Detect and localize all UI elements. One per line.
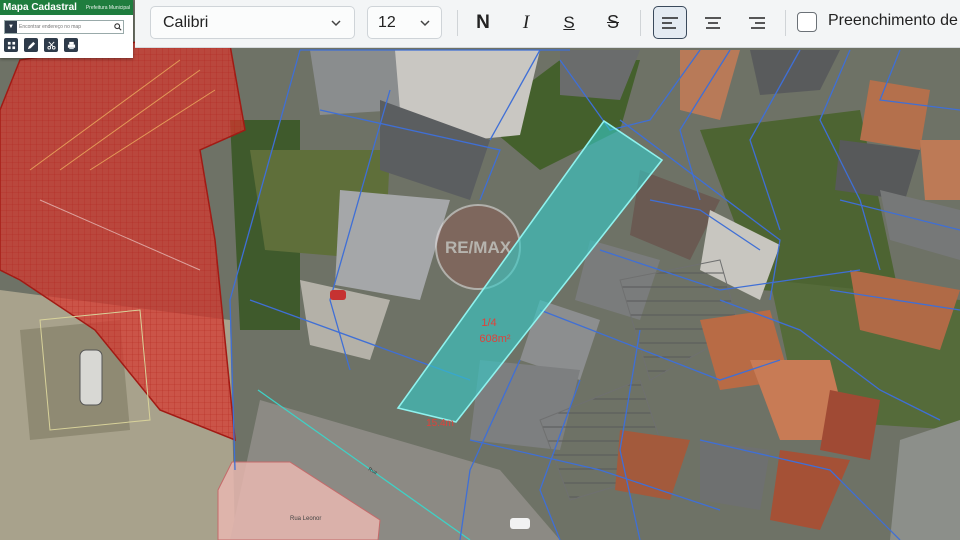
font-family-value: Calibri <box>163 13 209 31</box>
scissors-icon[interactable] <box>44 38 58 52</box>
cadastral-map[interactable]: RE/MAX 1/4 608m² 15.4m Rua Leonor Rua <box>0 0 960 540</box>
font-family-select[interactable]: Calibri <box>150 6 355 39</box>
toolbar-divider <box>785 10 786 36</box>
fill-checkbox-label: Preenchimento de f <box>828 12 960 29</box>
building <box>920 140 960 200</box>
font-size-value: 12 <box>378 13 396 31</box>
pencil-icon[interactable] <box>24 38 38 52</box>
panel-subtitle: Prefeitura Municipal <box>85 4 130 11</box>
panel-title: Mapa Cadastral <box>3 2 77 13</box>
panel-header: Mapa Cadastral Prefeitura Municipal <box>0 0 133 15</box>
italic-label: I <box>522 11 530 33</box>
strikethrough-label: S <box>606 12 619 32</box>
font-size-select[interactable]: 12 <box>367 6 442 39</box>
building <box>860 80 930 150</box>
underline-label: S <box>563 12 575 32</box>
text-format-toolbar: Calibri 12 N I S S Preenchimento de f <box>135 0 960 48</box>
align-center-icon <box>705 16 721 29</box>
street-name-label: Rua Leonor <box>290 516 321 522</box>
bold-label: N <box>476 11 490 33</box>
building <box>700 440 770 510</box>
caret-down-icon[interactable]: ▼ <box>5 21 17 33</box>
lot-number-label: 1/4 <box>481 317 496 329</box>
panel-toolbar <box>4 38 78 52</box>
align-left-icon <box>662 16 678 29</box>
map-side-panel: Mapa Cadastral Prefeitura Municipal ▼ <box>0 0 133 58</box>
address-search: ▼ <box>4 20 124 34</box>
print-icon[interactable] <box>64 38 78 52</box>
lot-dimension-label: 15.4m <box>426 418 454 429</box>
toolbar-divider <box>457 10 458 36</box>
water-tank <box>79 349 103 406</box>
toolbar-divider <box>640 10 641 36</box>
chevron-down-icon <box>420 19 430 26</box>
align-left-button[interactable] <box>653 6 687 39</box>
address-search-input[interactable] <box>17 22 113 32</box>
underline-button[interactable]: S <box>552 6 586 39</box>
align-center-button[interactable] <box>696 6 730 39</box>
chevron-down-icon <box>331 19 341 26</box>
fill-checkbox[interactable] <box>797 12 817 32</box>
italic-button[interactable]: I <box>509 6 543 39</box>
search-icon[interactable] <box>113 21 123 33</box>
grid-icon[interactable] <box>4 38 18 52</box>
strikethrough-button[interactable]: S <box>596 6 630 39</box>
building <box>835 140 920 200</box>
lot-area-label: 608m² <box>479 333 511 345</box>
building <box>820 390 880 460</box>
svg-text:RE/MAX: RE/MAX <box>445 238 512 257</box>
bold-button[interactable]: N <box>466 6 500 39</box>
align-right-icon <box>749 16 765 29</box>
car <box>330 290 346 300</box>
car <box>510 518 530 529</box>
align-right-button[interactable] <box>740 6 774 39</box>
